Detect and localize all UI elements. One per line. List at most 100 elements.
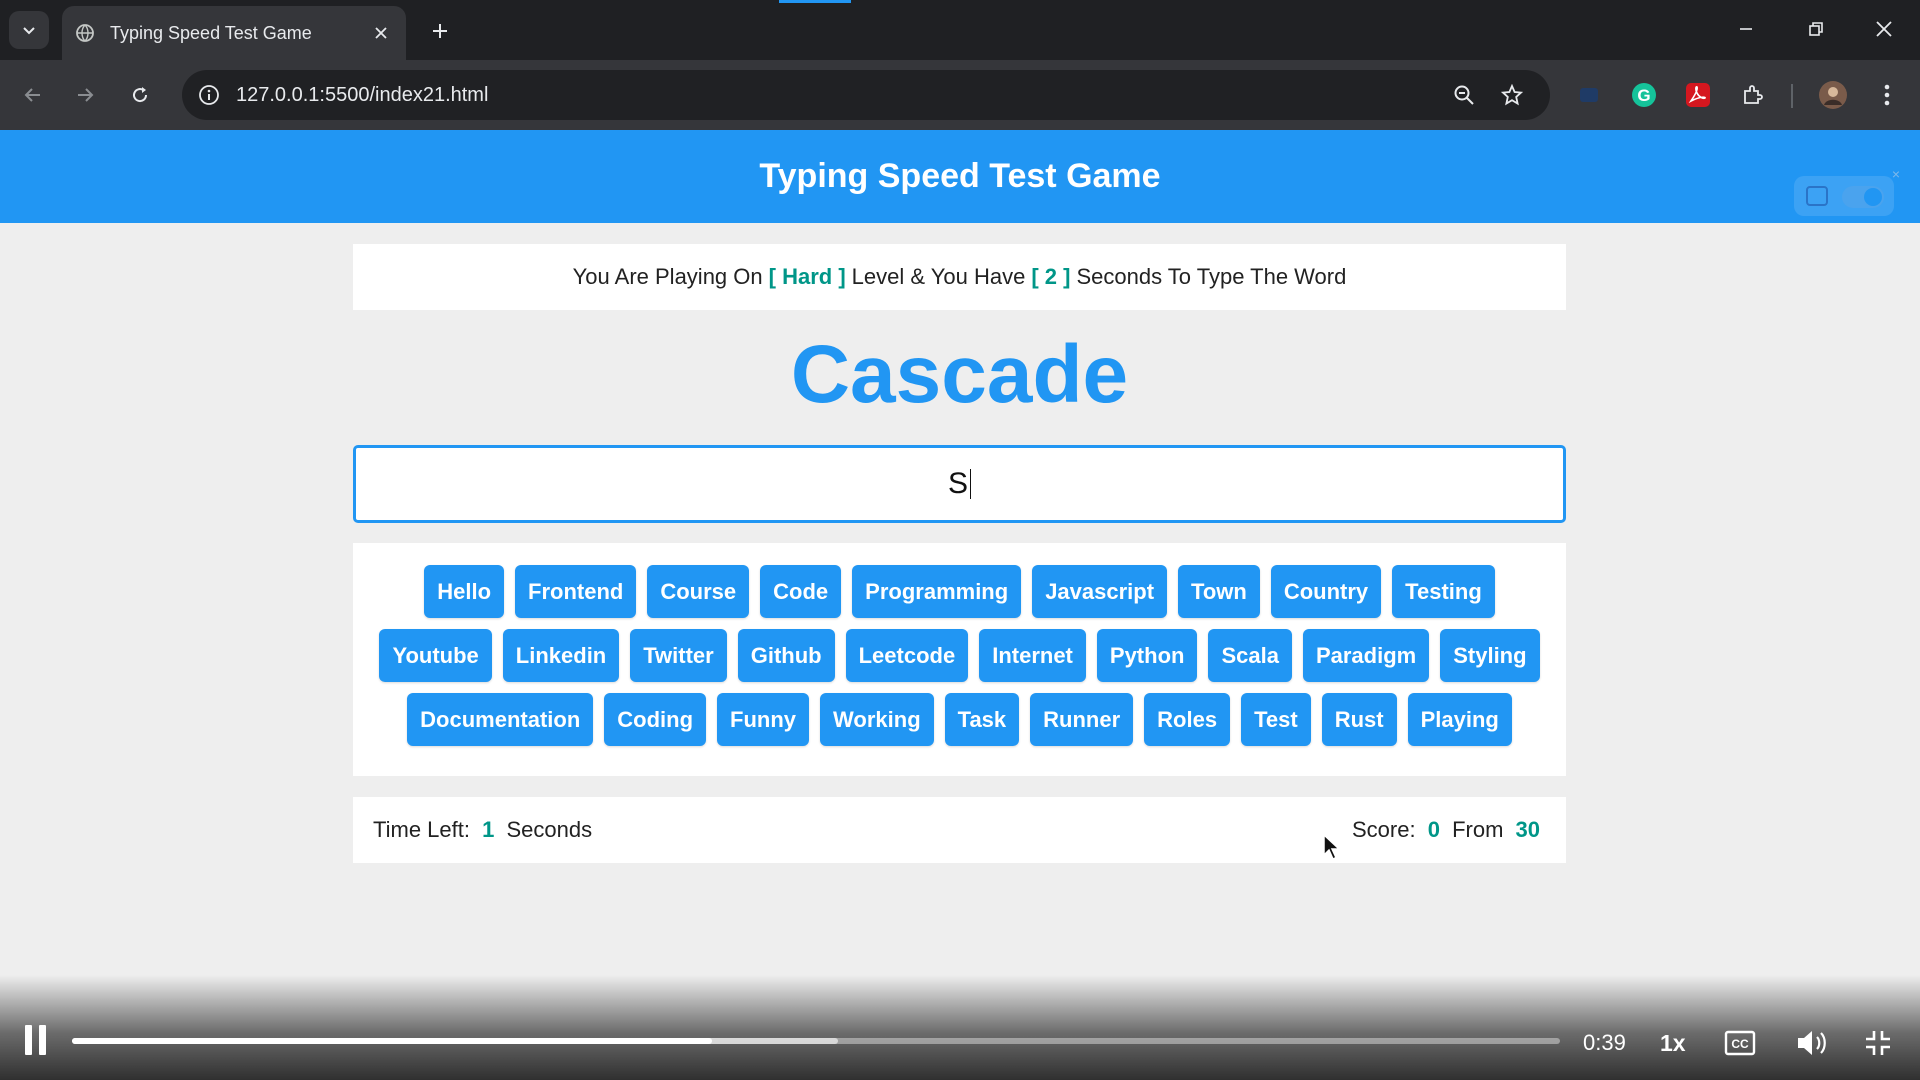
upcoming-word-chip: Frontend (515, 565, 637, 618)
upcoming-word-chip: Runner (1030, 693, 1134, 746)
upcoming-word-chip: Github (737, 629, 835, 682)
volume-icon (1798, 1031, 1826, 1055)
bookmark-star-icon[interactable] (1498, 81, 1526, 109)
svg-text:CC: CC (1731, 1037, 1749, 1051)
time-left-label: Time Left: (373, 817, 470, 842)
upcoming-words: Hello Frontend Course Code Programming Javasc… (353, 543, 1566, 776)
reload-icon (133, 87, 148, 103)
pause-icon-bar (39, 1025, 46, 1055)
upcoming-word-chip: Working (820, 693, 934, 746)
video-time: 0:39 (1583, 1030, 1626, 1055)
captions-icon: CC (1724, 1030, 1756, 1056)
zoom-icon[interactable] (1450, 81, 1478, 109)
upcoming-word-chip: Course (647, 565, 750, 618)
restore-button[interactable] (1790, 8, 1842, 50)
page-title: Typing Speed Test Game (759, 157, 1161, 195)
reload-button[interactable] (121, 76, 159, 114)
address-bar[interactable]: 127.0.0.1:5500/index21.html (182, 70, 1550, 120)
mouse-cursor-icon (1323, 833, 1341, 861)
close-tab-icon[interactable] (368, 20, 394, 46)
upcoming-word-chip: Roles (1144, 693, 1231, 746)
minimize-icon (1740, 28, 1752, 30)
minimize-button[interactable] (1720, 8, 1772, 50)
level-seconds: [ 2 ] (1031, 264, 1071, 289)
widget-close-icon[interactable]: × (1892, 166, 1900, 182)
upcoming-word-chip: Testing (1392, 565, 1495, 618)
browser-tab-bar: Typing Speed Test Game (0, 0, 1920, 60)
tab-search-button[interactable] (9, 11, 49, 49)
plus-icon (433, 24, 447, 38)
video-progress-bar[interactable] (72, 1038, 1560, 1044)
upcoming-word-chip: Twitter (630, 629, 727, 682)
upcoming-word-chip: Country (1270, 565, 1382, 618)
pause-button[interactable] (22, 1025, 50, 1059)
menu-kebab-icon[interactable] (1870, 78, 1904, 112)
url-text: 127.0.0.1:5500/index21.html (236, 84, 489, 106)
playback-speed-button[interactable]: 1x (1660, 1030, 1686, 1057)
exit-fullscreen-button[interactable] (1858, 1023, 1898, 1063)
upcoming-word-chip: Coding (604, 693, 707, 746)
browser-toolbar: 127.0.0.1:5500/index21.html G (0, 60, 1920, 130)
volume-button[interactable] (1792, 1023, 1832, 1063)
played-bar (72, 1038, 712, 1044)
extension-overlay-widget[interactable]: × (1794, 166, 1900, 216)
upcoming-word-chip: Code (760, 565, 842, 618)
captions-button[interactable]: CC (1720, 1023, 1760, 1063)
score-total: 30 (1515, 817, 1540, 842)
level-name: [ Hard ] (768, 264, 846, 289)
time-left-unit: Seconds (506, 817, 593, 842)
extensions-puzzle-icon[interactable] (1736, 78, 1770, 112)
upcoming-word-chip: Scala (1208, 629, 1292, 682)
loading-indicator (779, 0, 851, 3)
browser-tab[interactable]: Typing Speed Test Game (62, 6, 406, 60)
upcoming-word-chip: Playing (1407, 693, 1512, 746)
svg-text:G: G (1637, 86, 1650, 105)
extension-dark-icon[interactable] (1572, 78, 1606, 112)
toolbar-separator (1791, 84, 1793, 108)
typing-input-value: S (947, 467, 968, 500)
score: Score: 0 From 30 (1352, 817, 1546, 843)
upcoming-word-chip: Styling (1440, 629, 1540, 682)
acrobat-icon[interactable] (1681, 78, 1715, 112)
widget-toggle[interactable] (1842, 186, 1884, 208)
restore-icon (1809, 22, 1823, 36)
score-from-label: From (1452, 817, 1504, 842)
time-left: Time Left: 1 Seconds (373, 817, 592, 843)
typing-input[interactable]: S (353, 445, 1566, 523)
exit-fullscreen-icon (1866, 1031, 1890, 1055)
back-button[interactable] (14, 76, 52, 114)
game-status-bar: Time Left: 1 Seconds Score: 0 From 30 (353, 797, 1566, 863)
site-header: Typing Speed Test Game × (0, 130, 1920, 223)
upcoming-word-chip: Documentation (407, 693, 594, 746)
upcoming-word-chip: Internet (979, 629, 1086, 682)
upcoming-word-chip: Python (1096, 629, 1198, 682)
close-window-button[interactable] (1858, 8, 1910, 50)
game-message: You Are Playing On [ Hard ] Level & You … (353, 244, 1566, 310)
forward-button[interactable] (66, 76, 104, 114)
upcoming-word-chip: Test (1241, 693, 1311, 746)
upcoming-word-chip: Funny (717, 693, 810, 746)
upcoming-word-chip: Rust (1321, 693, 1397, 746)
chevron-down-icon (23, 27, 35, 35)
message-prefix: You Are Playing On (572, 264, 763, 289)
upcoming-word-chip: Task (944, 693, 1020, 746)
tab-title: Typing Speed Test Game (110, 22, 312, 43)
upcoming-word-chip: Javascript (1032, 565, 1168, 618)
time-left-value: 1 (482, 817, 495, 842)
upcoming-word-chip: Linkedin (502, 629, 620, 682)
widget-icon (1806, 186, 1828, 206)
current-word: Cascade (790, 329, 1129, 420)
new-tab-button[interactable] (423, 14, 457, 48)
message-middle: Level & You Have (851, 264, 1026, 289)
message-suffix: Seconds To Type The Word (1076, 264, 1347, 289)
upcoming-word-chip: Town (1178, 565, 1260, 618)
page-viewport: Typing Speed Test Game × You Are Playing… (0, 130, 1920, 1080)
globe-icon (74, 22, 96, 44)
arrow-left-icon (24, 88, 40, 102)
arrow-right-icon (78, 88, 94, 102)
score-value: 0 (1427, 817, 1440, 842)
grammarly-icon[interactable]: G (1627, 78, 1661, 112)
profile-avatar[interactable] (1816, 78, 1850, 112)
site-info-icon[interactable] (196, 82, 222, 108)
video-player-controls: 0:39 1x CC (0, 975, 1920, 1080)
